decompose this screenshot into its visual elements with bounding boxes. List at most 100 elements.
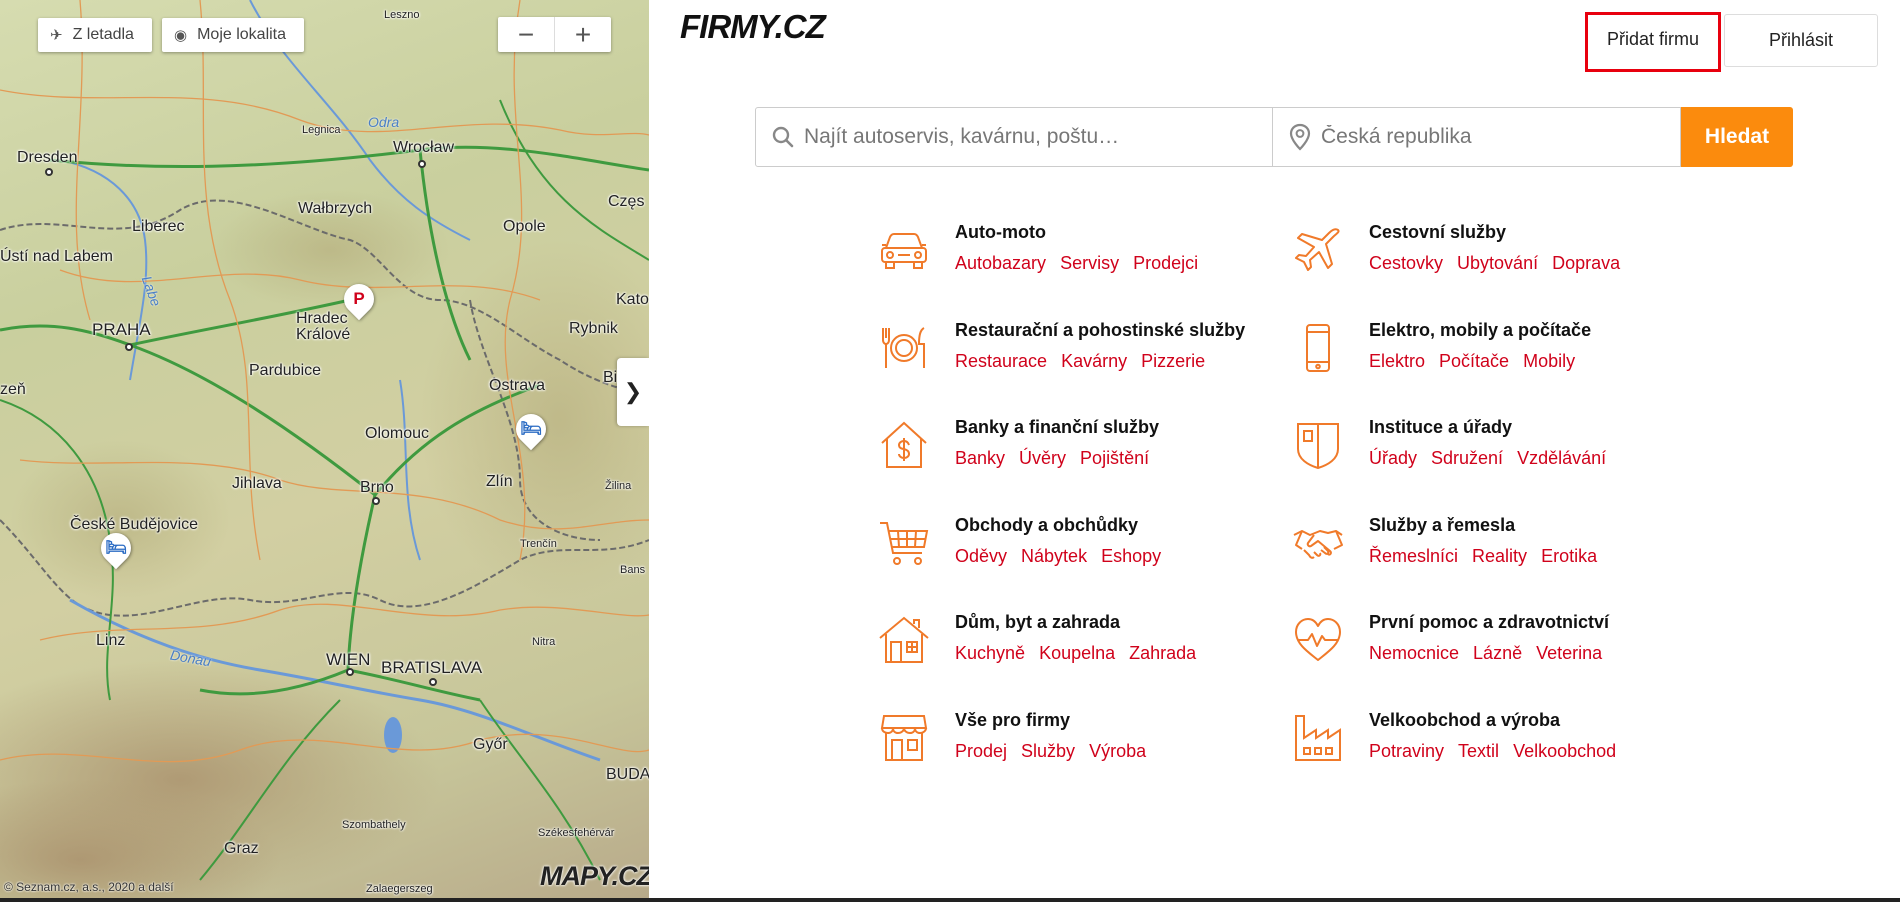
where-input[interactable] (1319, 124, 1680, 150)
map-city-label: Częs (608, 193, 645, 210)
handshake-icon (1292, 517, 1344, 569)
category-link[interactable]: Služby (1021, 741, 1075, 761)
map-city-label: České Budějovice (70, 516, 199, 533)
category-link[interactable]: Elektro (1369, 351, 1425, 371)
heart-pulse-icon (1292, 614, 1344, 666)
category-link[interactable]: Veterina (1536, 643, 1602, 663)
map-city-label: PRAHA (92, 320, 151, 339)
category-link[interactable]: Eshopy (1101, 546, 1161, 566)
category-link[interactable]: Prodejci (1133, 253, 1198, 273)
map-poi-hotel[interactable]: 🛏 (94, 526, 138, 570)
category-link[interactable]: Kuchyně (955, 643, 1025, 663)
search-button[interactable]: Hledat (1681, 107, 1793, 167)
where-field (1273, 107, 1681, 167)
category-link[interactable]: Restaurace (955, 351, 1047, 371)
map-city-dot (429, 678, 437, 686)
category-links: Kuchyně Koupelna Zahrada (955, 643, 1210, 664)
category-link[interactable]: Nemocnice (1369, 643, 1459, 663)
category-link[interactable]: Ubytování (1457, 253, 1538, 273)
category-link[interactable]: Vzdělávání (1517, 448, 1606, 468)
category-title[interactable]: Cestovní služby (1369, 222, 1506, 243)
category-link[interactable]: Výroba (1089, 741, 1146, 761)
from-plane-button[interactable]: ✈ Z letadla (38, 18, 152, 52)
category-title[interactable]: Auto-moto (955, 222, 1046, 243)
category-link[interactable]: Potraviny (1369, 741, 1444, 761)
category-link[interactable]: Banky (955, 448, 1005, 468)
category-title[interactable]: První pomoc a zdravotnictví (1369, 612, 1609, 633)
category-item: Auto-moto Autobazary Servisy Prodejci (878, 222, 1278, 302)
what-input[interactable] (802, 124, 1272, 150)
category-link[interactable]: Lázně (1473, 643, 1522, 663)
category-link[interactable]: Počítače (1439, 351, 1509, 371)
map-city-label: Bi (603, 369, 618, 386)
location-target-icon: ◉ (174, 27, 188, 44)
category-item: První pomoc a zdravotnictví Nemocnice Lázn… (1292, 612, 1692, 692)
map-city-label: BRATISLAVA (381, 658, 483, 677)
add-company-button[interactable]: Přidat firmu (1585, 12, 1721, 72)
category-link[interactable]: Velkoobchod (1513, 741, 1616, 761)
category-link[interactable]: Sdružení (1431, 448, 1503, 468)
category-link[interactable]: Mobily (1523, 351, 1575, 371)
category-title[interactable]: Velkoobchod a výroba (1369, 710, 1560, 731)
category-link[interactable]: Pizzerie (1141, 351, 1205, 371)
category-link[interactable]: Zahrada (1129, 643, 1196, 663)
search-bar: Hledat (755, 107, 1793, 167)
map-panel[interactable]: ✈ Z letadla ◉ Moje lokalita − + Leszno L… (0, 0, 649, 899)
category-link[interactable]: Kavárny (1061, 351, 1127, 371)
category-link[interactable]: Textil (1458, 741, 1499, 761)
category-links: Prodej Služby Výroba (955, 741, 1160, 762)
bank-dollar-icon (878, 419, 930, 471)
map-city-dot (418, 160, 426, 168)
category-link[interactable]: Koupelna (1039, 643, 1115, 663)
category-link[interactable]: Erotika (1541, 546, 1597, 566)
map-city-label: Legnica (302, 124, 341, 136)
category-link[interactable]: Prodej (955, 741, 1007, 761)
mapy-logo[interactable]: MAPY.CZ (540, 861, 649, 892)
category-links: Úřady Sdružení Vzdělávání (1369, 448, 1620, 469)
map-poi-hotel[interactable]: 🛏 (509, 407, 553, 451)
category-link[interactable]: Doprava (1552, 253, 1620, 273)
map-copyright[interactable]: © Seznam.cz, a.s., 2020 a další (4, 880, 174, 894)
map-city-label: Bans (620, 564, 646, 576)
category-links: Oděvy Nábytek Eshopy (955, 546, 1175, 567)
firmy-logo[interactable]: FIRMY.CZ (680, 8, 826, 46)
category-link[interactable]: Pojištění (1080, 448, 1149, 468)
category-title[interactable]: Obchody a obchůdky (955, 515, 1138, 536)
category-item: Elektro, mobily a počítače Elektro Počítač… (1292, 320, 1692, 400)
category-item: Dům, byt a zahrada Kuchyně Koupelna Zahrada (878, 612, 1278, 692)
category-item: Banky a finanční služby Banky Úvěry Pojiště… (878, 417, 1278, 497)
category-link[interactable]: Autobazary (955, 253, 1046, 273)
category-title[interactable]: Dům, byt a zahrada (955, 612, 1120, 633)
map-city-label: Trenčín (520, 538, 557, 550)
my-location-button[interactable]: ◉ Moje lokalita (162, 18, 304, 52)
map-city-label: Dresden (17, 149, 78, 166)
category-links: Autobazary Servisy Prodejci (955, 253, 1212, 274)
login-button[interactable]: Přihlásit (1724, 14, 1878, 67)
collapse-map-button[interactable]: ❯ (617, 358, 649, 426)
category-link[interactable]: Cestovky (1369, 253, 1443, 273)
category-link[interactable]: Servisy (1060, 253, 1119, 273)
category-item: Cestovní služby Cestovky Ubytování Doprava (1292, 222, 1692, 302)
zoom-out-button[interactable]: − (498, 17, 554, 52)
category-link[interactable]: Úvěry (1019, 448, 1066, 468)
category-title[interactable]: Vše pro firmy (955, 710, 1070, 731)
category-link[interactable]: Úřady (1369, 448, 1417, 468)
map-city-label: Wrocław (393, 139, 455, 156)
category-title[interactable]: Restaurační a pohostinské služby (955, 320, 1245, 341)
category-link[interactable]: Oděvy (955, 546, 1007, 566)
map-city-dot (372, 497, 380, 505)
map-city-label: Liberec (132, 218, 185, 235)
category-link[interactable]: Nábytek (1021, 546, 1087, 566)
category-links: Nemocnice Lázně Veterina (1369, 643, 1616, 664)
zoom-in-button[interactable]: + (554, 17, 611, 52)
category-title[interactable]: Služby a řemesla (1369, 515, 1515, 536)
search-icon (772, 126, 794, 148)
category-title[interactable]: Banky a finanční služby (955, 417, 1159, 438)
house-icon (878, 614, 930, 666)
category-title[interactable]: Instituce a úřady (1369, 417, 1512, 438)
car-icon (878, 224, 930, 276)
map-poi-pizzeria[interactable]: P (337, 277, 381, 321)
category-link[interactable]: Reality (1472, 546, 1527, 566)
category-link[interactable]: Řemeslníci (1369, 546, 1458, 566)
category-title[interactable]: Elektro, mobily a počítače (1369, 320, 1591, 341)
